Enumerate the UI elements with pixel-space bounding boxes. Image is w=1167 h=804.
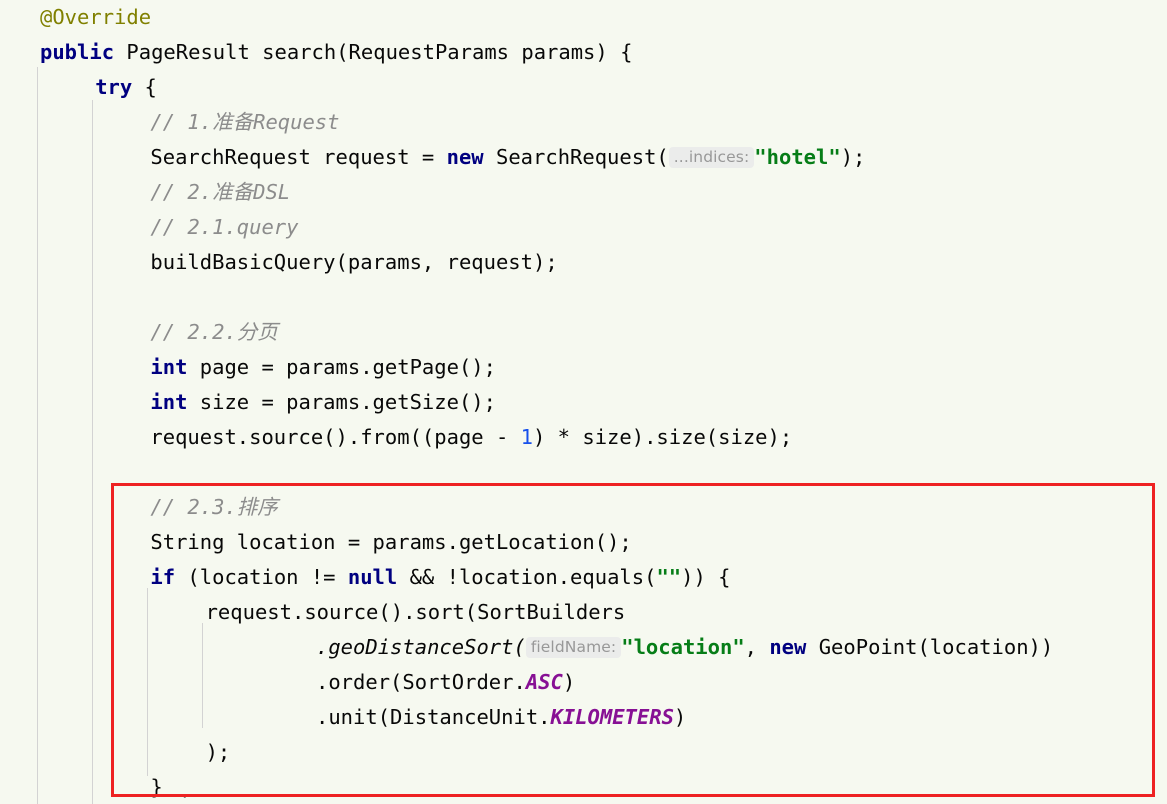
code-line[interactable] (0, 280, 1167, 315)
code-token-num: 1 (520, 425, 533, 449)
code-token-str: "hotel" (754, 145, 841, 169)
code-line[interactable]: .geoDistanceSort(fieldName: "location", n… (0, 630, 1167, 665)
code-line[interactable]: @Override (0, 0, 1167, 35)
code-token-plain: ) (562, 670, 576, 694)
code-token-plain: SearchRequest request = (150, 145, 447, 169)
code-token-plain: ) (673, 705, 687, 729)
code-line[interactable]: SearchRequest request = new SearchReques… (0, 140, 1167, 175)
code-line[interactable]: int page = params.getPage(); (0, 350, 1167, 385)
code-line[interactable]: if (location != null && !location.equals… (0, 560, 1167, 595)
code-line[interactable]: // 2.3.排序 (0, 490, 1167, 525)
code-line[interactable]: .unit(DistanceUnit.KILOMETERS) (0, 700, 1167, 735)
code-token-kw: null (347, 565, 398, 589)
code-token-cmt: // 2.2.分页 (150, 320, 278, 344)
code-token-kw: if (150, 565, 176, 589)
code-token-plain: PageResult search(RequestParams params) … (114, 40, 633, 64)
code-token-plain: ; (410, 797, 435, 798)
clipped-bottom-line-text: request.source().SIZE; (0, 797, 1167, 804)
code-token-kw: public (40, 40, 115, 64)
code-token-cmt: // 2.1.query (150, 215, 299, 239)
code-token-hint: ...indices: (668, 147, 755, 168)
code-token-plain: SearchRequest( (483, 145, 669, 169)
code-line[interactable]: public PageResult search(RequestParams p… (0, 35, 1167, 70)
code-token-plain: request.source().from((page - (150, 425, 521, 449)
code-token-plain: .unit(DistanceUnit. (316, 705, 551, 729)
code-token-cmt: // 2.准备DSL (150, 180, 291, 204)
source-code-text[interactable]: @Override public PageResult search(Reques… (0, 0, 1167, 804)
code-token-hint: fieldName: (525, 637, 622, 658)
code-token-plain: )) { (681, 565, 731, 589)
code-token-stat: .geoDistanceSort( (316, 635, 526, 659)
code-token-kw: new (446, 145, 484, 169)
code-token-plain: (location != (175, 565, 348, 589)
code-line[interactable]: // 1.准备Request (0, 105, 1167, 140)
code-line[interactable]: // 2.2.分页 (0, 315, 1167, 350)
code-token-kw: int (150, 355, 188, 379)
code-token-kw: int (150, 390, 188, 414)
code-token-plain: && !location.equals( (397, 565, 657, 589)
clipped-bottom-line: request.source().SIZE; (0, 797, 1167, 804)
code-token-plain: ); (840, 145, 866, 169)
code-line[interactable]: try { (0, 70, 1167, 105)
code-token-kw: try (95, 75, 133, 99)
code-line[interactable]: String location = params.getLocation(); (0, 525, 1167, 560)
code-token-plain: String location = params.getLocation(); (150, 530, 632, 554)
code-token-plain: request.source(). (150, 797, 360, 798)
code-line[interactable]: // 2.准备DSL (0, 175, 1167, 210)
code-token-plain: ); (205, 740, 231, 764)
code-line[interactable] (0, 455, 1167, 490)
code-token-plain: GeoPoint(location)) (806, 635, 1054, 659)
code-token-plain: { (132, 75, 157, 99)
code-token-plain: .order(SortOrder. (316, 670, 526, 694)
code-token-plain: buildBasicQuery(params, request); (150, 250, 558, 274)
code-token-cmt: // 1.准备Request (150, 110, 340, 134)
code-line[interactable]: .order(SortOrder.ASC) (0, 665, 1167, 700)
code-token-plain: , (744, 635, 770, 659)
code-token-plain: } (150, 775, 163, 799)
code-line[interactable]: request.source().sort(SortBuilders (0, 595, 1167, 630)
code-line[interactable]: request.source().from((page - 1) * size)… (0, 420, 1167, 455)
code-token-const: ASC (525, 670, 563, 694)
code-token-str: "" (656, 565, 682, 589)
code-token-const: SIZE (360, 797, 409, 798)
code-token-const: KILOMETERS (550, 705, 674, 729)
code-editor-viewport[interactable]: @Override public PageResult search(Reques… (0, 0, 1167, 804)
code-token-plain: size = params.getSize(); (187, 390, 496, 414)
code-line[interactable]: buildBasicQuery(params, request); (0, 245, 1167, 280)
code-token-str: "location" (621, 635, 745, 659)
code-token-plain: page = params.getPage(); (187, 355, 496, 379)
code-line[interactable]: ); (0, 735, 1167, 770)
code-token-plain: ) * size).size(size); (533, 425, 793, 449)
code-token-kw: new (769, 635, 807, 659)
code-token-cmt: // 2.3.排序 (150, 495, 278, 519)
code-token-anno: @Override (40, 5, 152, 29)
code-line[interactable]: int size = params.getSize(); (0, 385, 1167, 420)
code-token-plain: request.source().sort(SortBuilders (205, 600, 626, 624)
code-line[interactable]: // 2.1.query (0, 210, 1167, 245)
